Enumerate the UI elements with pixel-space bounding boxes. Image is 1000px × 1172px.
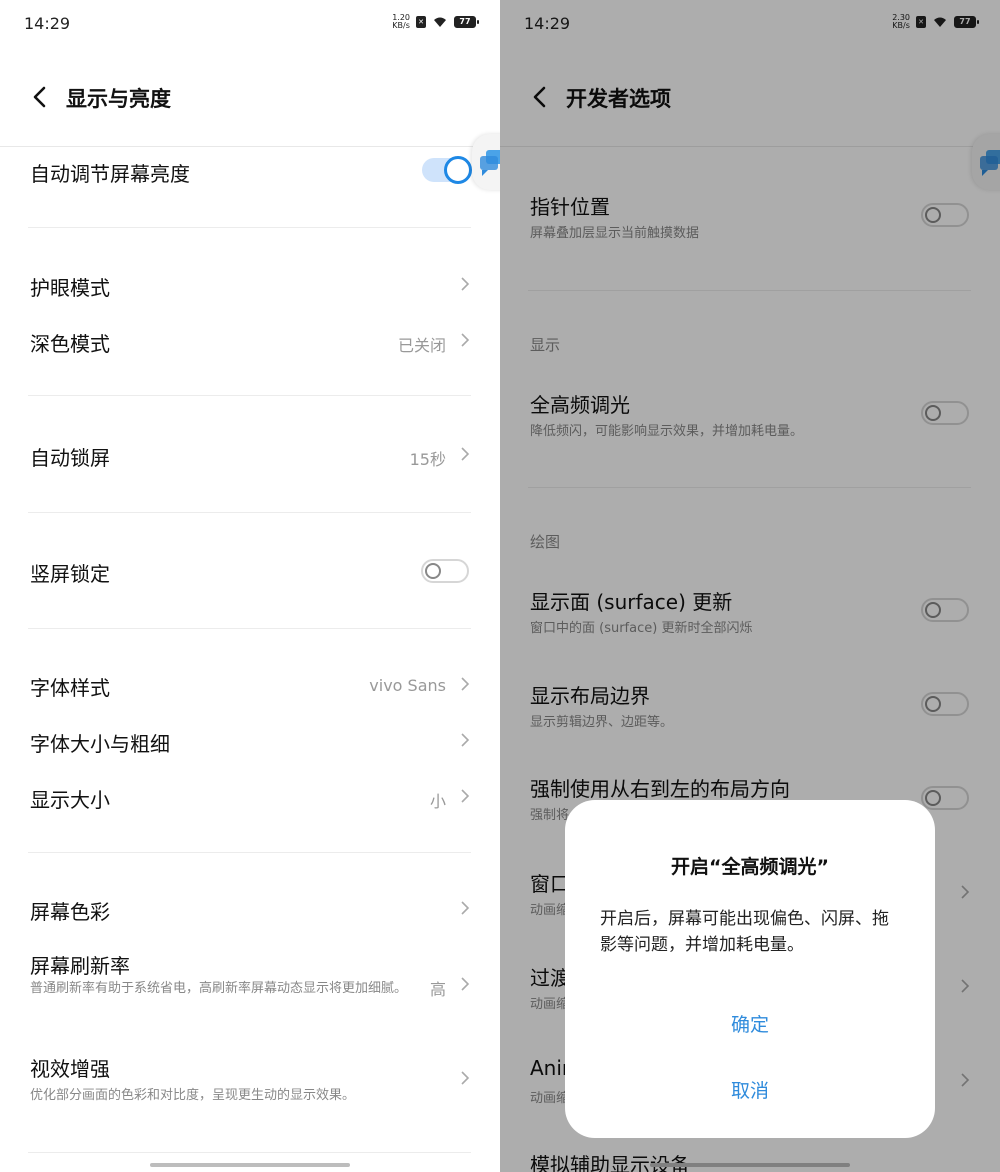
home-indicator[interactable] bbox=[150, 1163, 350, 1167]
auto-lock-item[interactable]: 自动锁屏 bbox=[30, 442, 110, 471]
divider bbox=[28, 628, 471, 629]
network-speed: 1.20 KB/s bbox=[392, 13, 410, 30]
page-title: 显示与亮度 bbox=[66, 87, 171, 111]
chevron-right-icon bbox=[461, 277, 470, 291]
portrait-lock-toggle[interactable] bbox=[421, 559, 469, 583]
cancel-button[interactable]: 取消 bbox=[565, 1076, 935, 1103]
chevron-right-icon bbox=[461, 977, 470, 991]
status-bar-icons: 1.20 KB/s ✕ 77 bbox=[392, 13, 479, 30]
chevron-right-icon bbox=[461, 333, 470, 347]
auto-brightness-label: 自动调节屏幕亮度 bbox=[30, 162, 190, 186]
eye-care-item[interactable]: 护眼模式 bbox=[30, 272, 110, 301]
developer-options-screen: 14:29 2.30 KB/s ✕ 77 开发者选项 指针位置 屏幕叠加层显示当… bbox=[500, 0, 1000, 1172]
display-size-item[interactable]: 显示大小 bbox=[30, 784, 110, 813]
divider bbox=[28, 227, 471, 228]
floating-assistant-icon[interactable] bbox=[472, 134, 500, 190]
font-style-value: vivo Sans bbox=[369, 676, 446, 695]
visual-enhance-item[interactable]: 视效增强 bbox=[30, 1053, 110, 1082]
confirm-dialog: 开启“全高频调光” 开启后，屏幕可能出现偏色、闪屏、拖影等问题，并增加耗电量。 … bbox=[565, 800, 935, 1138]
divider bbox=[28, 512, 471, 513]
font-style-item[interactable]: 字体样式 bbox=[30, 672, 110, 701]
divider bbox=[28, 1152, 471, 1153]
chevron-right-icon bbox=[461, 1071, 470, 1085]
dialog-title: 开启“全高频调光” bbox=[671, 856, 829, 878]
chevron-right-icon bbox=[461, 447, 470, 461]
dark-mode-value: 已关闭 bbox=[397, 336, 446, 355]
refresh-rate-value: 高 bbox=[429, 980, 446, 999]
dark-mode-item[interactable]: 深色模式 bbox=[30, 328, 110, 357]
battery-icon: 77 bbox=[454, 16, 479, 28]
dialog-message: 开启后，屏幕可能出现偏色、闪屏、拖影等问题，并增加耗电量。 bbox=[600, 909, 889, 955]
back-arrow-icon[interactable] bbox=[28, 84, 54, 110]
header-divider bbox=[0, 146, 500, 147]
chevron-right-icon bbox=[461, 789, 470, 803]
chevron-right-icon bbox=[461, 901, 470, 915]
wifi-icon bbox=[434, 17, 446, 27]
toggle-knob bbox=[444, 156, 472, 184]
refresh-rate-description: 普通刷新率有助于系统省电，高刷新率屏幕动态显示将更加细腻。 bbox=[30, 981, 408, 996]
visual-enhance-description: 优化部分画面的色彩和对比度，呈现更生动的显示效果。 bbox=[30, 1088, 356, 1103]
display-brightness-screen: 14:29 1.20 KB/s ✕ 77 显示与亮度 自动调节屏幕亮度 护眼模式… bbox=[0, 0, 500, 1172]
auto-lock-value: 15秒 bbox=[409, 450, 446, 469]
sim-icon: ✕ bbox=[416, 16, 426, 28]
confirm-button[interactable]: 确定 bbox=[565, 1010, 935, 1037]
divider bbox=[28, 852, 471, 853]
divider bbox=[28, 395, 471, 396]
auto-brightness-toggle[interactable] bbox=[422, 156, 472, 184]
chevron-right-icon bbox=[461, 733, 470, 747]
display-size-value: 小 bbox=[429, 792, 446, 811]
portrait-lock-label: 竖屏锁定 bbox=[30, 562, 110, 586]
font-size-item[interactable]: 字体大小与粗细 bbox=[30, 728, 170, 757]
screen-color-item[interactable]: 屏幕色彩 bbox=[30, 896, 110, 925]
refresh-rate-item[interactable]: 屏幕刷新率 bbox=[30, 950, 130, 979]
chevron-right-icon bbox=[461, 677, 470, 691]
toggle-knob bbox=[425, 563, 441, 579]
status-time: 14:29 bbox=[24, 14, 71, 33]
